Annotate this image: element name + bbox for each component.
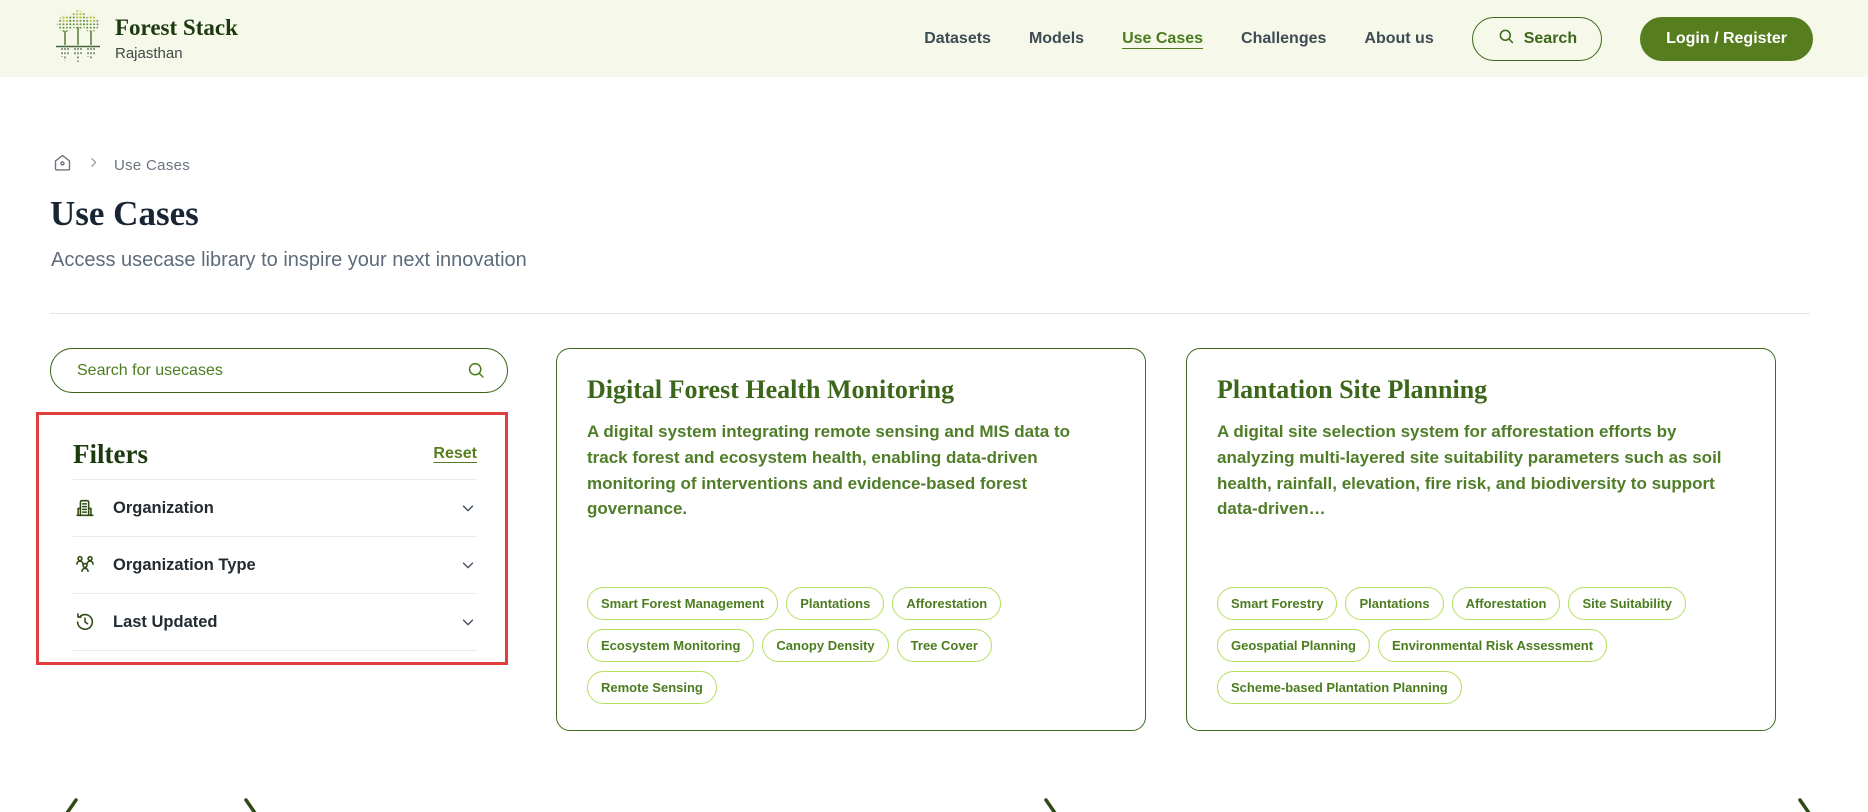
- tag-chip-ecosystem-monitoring[interactable]: Ecosystem Monitoring: [587, 629, 754, 662]
- chevron-right-icon: [87, 156, 100, 174]
- main-nav: Datasets Models Use Cases Challenges About u…: [924, 30, 1433, 48]
- tag-chip-afforestation[interactable]: Afforestation: [892, 587, 1001, 620]
- filter-label: Last Updated: [113, 613, 218, 632]
- filters-reset-link[interactable]: Reset: [433, 445, 477, 463]
- filters-bottom-divider: [73, 650, 477, 662]
- history-icon: [73, 611, 97, 633]
- filter-label: Organization: [113, 499, 214, 518]
- usecase-card-plantation-site-planning[interactable]: Plantation Site Planning A digital site …: [1186, 348, 1776, 731]
- usecase-card-description: A digital system integrating remote sens…: [587, 419, 1115, 522]
- usecase-card-digital-forest-health-monitoring[interactable]: Digital Forest Health Monitoring A digit…: [556, 348, 1146, 731]
- org-type-icon: [73, 554, 97, 576]
- filters-list: Organization Organization Type Last Upda…: [73, 479, 477, 650]
- tag-chip-scheme-based-plantation-planning[interactable]: Scheme-based Plantation Planning: [1217, 671, 1462, 704]
- usecase-card-title: Plantation Site Planning: [1217, 375, 1745, 405]
- tag-chip-tree-cover[interactable]: Tree Cover: [897, 629, 992, 662]
- carousel-next-arrow-right[interactable]: [1792, 796, 1826, 812]
- carousel-next-arrow-left[interactable]: [238, 796, 272, 812]
- chevron-down-icon: [459, 613, 477, 631]
- filter-label: Organization Type: [113, 556, 256, 575]
- filters-title: Filters: [73, 439, 148, 470]
- search-button[interactable]: Search: [1472, 17, 1602, 61]
- filters-panel: Filters Reset Organization Organization …: [36, 412, 508, 665]
- search-button-label: Search: [1524, 30, 1577, 48]
- filter-row-organization[interactable]: Organization: [73, 479, 477, 536]
- header-right: Datasets Models Use Cases Challenges About u…: [924, 17, 1813, 61]
- usecase-search-input[interactable]: [77, 362, 466, 380]
- chevron-down-icon: [459, 499, 477, 517]
- tag-chip-smart-forest-management[interactable]: Smart Forest Management: [587, 587, 778, 620]
- chevron-down-icon: [459, 556, 477, 574]
- carousel-prev-arrow[interactable]: [50, 796, 84, 812]
- tag-chip-remote-sensing[interactable]: Remote Sensing: [587, 671, 717, 704]
- usecase-search-box: [50, 348, 508, 393]
- nav-item-datasets[interactable]: Datasets: [924, 30, 991, 48]
- usecase-card-tags: Smart Forest ManagementPlantationsAffore…: [587, 587, 1115, 704]
- usecase-card-tags: Smart ForestryPlantations AfforestationSi…: [1217, 587, 1745, 704]
- filters-header: Filters Reset: [73, 429, 477, 479]
- nav-item-models[interactable]: Models: [1029, 30, 1084, 48]
- usecase-card-title: Digital Forest Health Monitoring: [587, 375, 1115, 405]
- brand-title: Forest Stack: [115, 15, 238, 40]
- tag-chip-canopy-density[interactable]: Canopy Density: [762, 629, 888, 662]
- usecase-card-description: A digital site selection system for affo…: [1217, 419, 1745, 522]
- carousel-next-arrow-mid[interactable]: [1038, 796, 1072, 812]
- forest-stack-logo-icon: [55, 9, 101, 68]
- tag-chip-plantations[interactable]: Plantations: [786, 587, 884, 620]
- tag-chip-smart-forestry[interactable]: Smart Forestry: [1217, 587, 1337, 620]
- search-icon: [1497, 27, 1516, 51]
- login-register-button[interactable]: Login / Register: [1640, 17, 1813, 61]
- tag-chip-geospatial-planning[interactable]: Geospatial Planning: [1217, 629, 1370, 662]
- tag-chip-plantations[interactable]: Plantations: [1345, 587, 1443, 620]
- breadcrumb: Use Cases: [52, 152, 190, 178]
- nav-item-use-cases[interactable]: Use Cases: [1122, 30, 1203, 48]
- filter-row-organization-type[interactable]: Organization Type: [73, 536, 477, 593]
- brand-logo[interactable]: Forest Stack Rajasthan: [55, 9, 238, 68]
- tag-chip-site-suitability[interactable]: Site Suitability: [1568, 587, 1686, 620]
- breadcrumb-current: Use Cases: [114, 157, 190, 174]
- use-cases-page: Forest Stack Rajasthan Datasets Models Use…: [0, 0, 1868, 812]
- page-subtitle: Access usecase library to inspire your n…: [51, 249, 527, 272]
- page-title: Use Cases: [50, 194, 199, 234]
- section-divider: [50, 313, 1810, 314]
- tag-chip-environmental-risk-assessment[interactable]: Environmental Risk Assessment: [1378, 629, 1607, 662]
- home-icon[interactable]: [52, 152, 73, 178]
- usecase-search-icon: [466, 360, 487, 381]
- nav-item-challenges[interactable]: Challenges: [1241, 30, 1326, 48]
- nav-item-about-us[interactable]: About us: [1364, 30, 1433, 48]
- tag-chip-afforestation[interactable]: Afforestation: [1452, 587, 1561, 620]
- brand-text: Forest Stack Rajasthan: [115, 15, 238, 61]
- site-header: Forest Stack Rajasthan Datasets Models Use…: [0, 0, 1868, 77]
- building-icon: [73, 497, 97, 519]
- brand-subtitle: Rajasthan: [115, 45, 238, 62]
- filter-row-last-updated[interactable]: Last Updated: [73, 593, 477, 650]
